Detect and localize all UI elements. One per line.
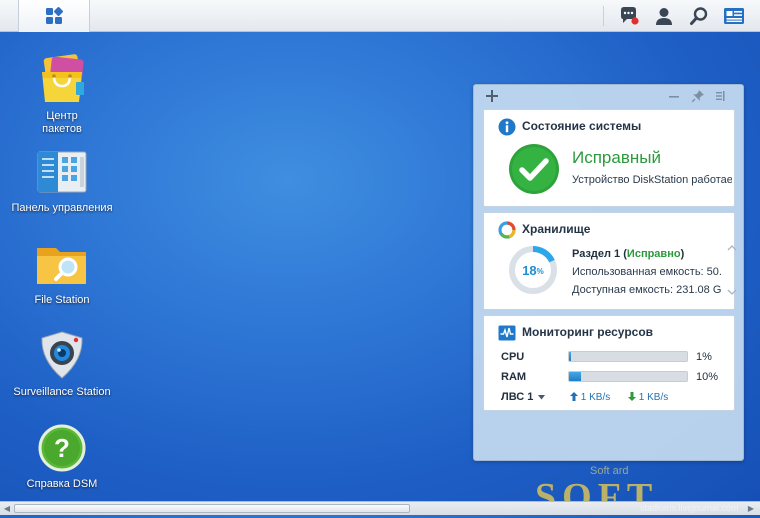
main-menu-icon xyxy=(46,7,63,24)
folder-search-icon xyxy=(37,248,86,284)
ram-label: RAM xyxy=(501,371,527,383)
storage-widget: Хранилище 18% Раздел 1 (Исправно) Исполь… xyxy=(483,212,737,310)
pin-widgets-button[interactable] xyxy=(690,88,706,104)
storage-pie-icon xyxy=(498,221,516,239)
storage-title: Хранилище xyxy=(522,222,591,236)
desktop-icon-control-panel[interactable]: Панель управления xyxy=(0,144,124,215)
taskbar xyxy=(0,0,760,32)
storage-usage-percent: 18% xyxy=(522,262,544,278)
scroll-left-icon[interactable]: ◀ xyxy=(2,504,12,514)
minimize-widgets-button[interactable] xyxy=(666,88,682,104)
arrow-down-icon xyxy=(628,392,636,401)
resource-monitor-title: Мониторинг ресурсов xyxy=(522,325,654,339)
caret-down-icon xyxy=(538,394,546,400)
widgets-toggle-button[interactable] xyxy=(723,5,745,27)
system-status-widget: Состояние системы Исправный Устройство D… xyxy=(483,109,735,207)
search-icon xyxy=(690,7,708,25)
search-button[interactable] xyxy=(688,5,710,27)
volume-status: Исправно xyxy=(626,248,681,260)
plus-icon xyxy=(486,90,498,102)
svg-text:?: ? xyxy=(54,433,70,463)
pin-icon xyxy=(692,90,704,102)
scrollbar-thumb[interactable] xyxy=(14,504,410,513)
monitor-pulse-icon xyxy=(498,325,516,341)
add-widget-button[interactable] xyxy=(484,88,500,104)
volume-used-capacity: Использованная емкость: 50. xyxy=(572,266,722,278)
package-center-icon xyxy=(42,54,84,102)
info-icon xyxy=(498,118,516,136)
desktop-icon-label: Центр пакетов xyxy=(42,110,82,135)
camera-icon xyxy=(41,331,83,379)
widget-menu-button[interactable] xyxy=(714,88,730,104)
system-status-value: Исправный xyxy=(572,148,661,167)
desktop-icon-label: Панель управления xyxy=(11,202,113,214)
desktop-icon-label: Surveillance Station xyxy=(13,386,111,398)
cpu-label: CPU xyxy=(501,351,525,363)
system-status-title: Состояние системы xyxy=(522,119,642,133)
cpu-usage-bar xyxy=(568,351,688,362)
desktop-icon-label: File Station xyxy=(34,294,90,306)
volume-free-capacity: Доступная емкость: 231.08 G xyxy=(572,284,722,296)
cpu-usage-value: 1% xyxy=(696,351,712,363)
desktop-icon-surveillance-station[interactable]: Surveillance Station xyxy=(0,328,124,399)
list-menu-icon xyxy=(716,91,725,101)
desktop-icon-dsm-help[interactable]: ? Справка DSM xyxy=(0,420,124,491)
desktop-icon-label: Справка DSM xyxy=(26,478,98,490)
desktop-icon-file-station[interactable]: File Station xyxy=(0,236,124,307)
resource-monitor-widget: Мониторинг ресурсов CPU 1% RAM 10% ЛВС 1… xyxy=(483,315,735,411)
widget-panel-header xyxy=(474,85,743,109)
chat-bubble-icon xyxy=(621,7,639,25)
volume-name: Раздел 1 (Исправно) xyxy=(572,248,685,260)
taskbar-divider xyxy=(603,6,604,26)
notifications-button[interactable] xyxy=(618,5,640,27)
main-menu-button[interactable] xyxy=(18,0,90,32)
chevron-down-icon[interactable] xyxy=(727,287,737,297)
user-button[interactable] xyxy=(653,5,675,27)
ram-usage-value: 10% xyxy=(696,371,719,383)
lan-selector[interactable]: ЛВС 1 xyxy=(501,391,546,403)
watermark-url: stadiums.livejournal.com xyxy=(640,503,739,513)
help-icon: ? xyxy=(38,424,86,472)
scroll-right-icon[interactable]: ▶ xyxy=(746,504,756,514)
check-circle-icon xyxy=(509,144,559,194)
user-icon xyxy=(656,8,672,25)
arrow-up-icon xyxy=(570,392,578,401)
ram-usage-bar xyxy=(568,371,688,382)
widget-panel: Состояние системы Исправный Устройство D… xyxy=(473,84,744,461)
system-status-description: Устройство DiskStation работает нормальн… xyxy=(572,174,732,186)
control-panel-icon xyxy=(37,151,87,193)
widgets-icon xyxy=(724,8,744,24)
download-rate: 1 KB/s xyxy=(628,392,668,403)
desktop-icon-package-center[interactable]: Центр пакетов xyxy=(0,52,124,136)
minimize-icon xyxy=(669,96,679,98)
chevron-up-icon[interactable] xyxy=(727,243,737,253)
upload-rate: 1 KB/s xyxy=(570,392,610,403)
